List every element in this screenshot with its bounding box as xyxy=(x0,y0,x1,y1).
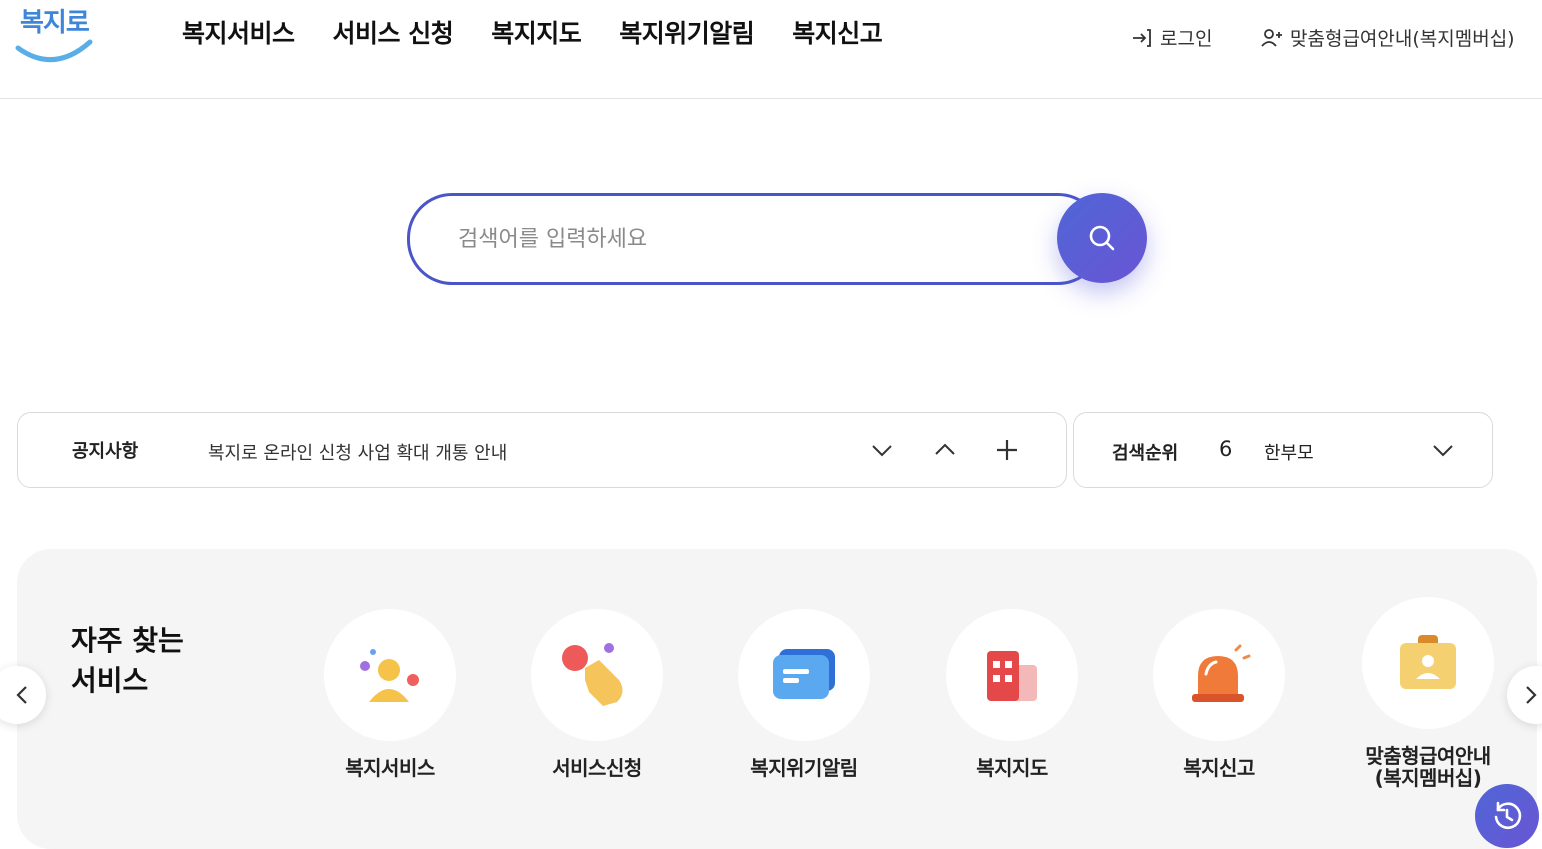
service-crisis-circle xyxy=(738,609,870,741)
nav-welfare-report[interactable]: 복지신고 xyxy=(792,14,883,50)
message-icon xyxy=(773,649,835,699)
service-apply-label: 서비스신청 xyxy=(552,756,642,780)
service-welfare-circle xyxy=(324,609,456,741)
chevron-down-icon xyxy=(1433,445,1453,457)
membership-link[interactable]: 맞춤형급여안내(복지멤버십) xyxy=(1260,24,1515,51)
service-report-label: 복지신고 xyxy=(1183,756,1255,780)
ranking-keyword[interactable]: 한부모 xyxy=(1264,439,1314,465)
chevron-down-icon xyxy=(872,445,892,457)
frequent-title-line2: 서비스 xyxy=(71,664,149,697)
service-map[interactable]: 복지지도 xyxy=(917,609,1107,779)
frequent-services: 자주 찾는 서비스 복지서비스 서비스신청 복지위기알림 복지지도 복지신고 맞… xyxy=(17,549,1537,849)
notice-text[interactable]: 복지로 온라인 신청 사업 확대 개통 안내 xyxy=(208,439,507,465)
service-map-circle xyxy=(946,609,1078,741)
search-button[interactable] xyxy=(1057,193,1147,283)
service-membership[interactable]: 맞춤형급여안내 (복지멤버십) xyxy=(1333,597,1523,789)
search-area xyxy=(407,193,1147,285)
service-report[interactable]: 복지신고 xyxy=(1124,609,1314,779)
login-icon xyxy=(1133,28,1151,47)
site-header: 복지로 복지서비스 서비스 신청 복지지도 복지위기알림 복지신고 로그인 맞춤… xyxy=(0,0,1542,99)
service-welfare[interactable]: 복지서비스 xyxy=(295,609,485,779)
notice-next-button[interactable] xyxy=(867,435,897,465)
chevron-left-icon xyxy=(16,686,27,704)
nav-service-apply[interactable]: 서비스 신청 xyxy=(333,14,454,50)
recent-history-button[interactable] xyxy=(1475,784,1539,848)
chevron-right-icon xyxy=(1526,686,1537,704)
service-membership-circle xyxy=(1362,597,1494,729)
membership-label: 맞춤형급여안내(복지멤버십) xyxy=(1290,28,1515,50)
logo-smile-icon xyxy=(15,39,93,63)
ranking-number: 6 xyxy=(1219,437,1233,461)
search-icon xyxy=(1089,225,1115,251)
chevron-up-icon xyxy=(935,443,955,455)
frequent-title: 자주 찾는 서비스 xyxy=(71,621,184,701)
logo[interactable]: 복지로 xyxy=(14,2,96,66)
history-icon xyxy=(1494,801,1522,830)
ranking-expand-button[interactable] xyxy=(1428,435,1458,465)
ranking-label: 검색순위 xyxy=(1112,443,1179,464)
notice-label: 공지사항 xyxy=(72,441,139,462)
notice-more-button[interactable] xyxy=(992,435,1022,465)
service-crisis-label: 복지위기알림 xyxy=(750,756,858,780)
main-nav: 복지서비스 서비스 신청 복지지도 복지위기알림 복지신고 xyxy=(182,14,883,50)
building-icon xyxy=(987,651,1037,701)
search-ranking: 검색순위 6 한부모 xyxy=(1073,412,1493,488)
user-add-icon xyxy=(1261,28,1282,47)
frequent-title-line1: 자주 찾는 xyxy=(71,624,184,657)
search-input[interactable] xyxy=(456,216,1020,262)
service-report-circle xyxy=(1153,609,1285,741)
plus-icon xyxy=(997,440,1017,460)
service-membership-label: 맞춤형급여안내 (복지멤버십) xyxy=(1365,744,1491,790)
service-map-label: 복지지도 xyxy=(976,756,1048,780)
hand-click-icon xyxy=(562,643,623,706)
service-welfare-label: 복지서비스 xyxy=(345,756,435,780)
nav-crisis-alert[interactable]: 복지위기알림 xyxy=(619,14,755,50)
id-card-icon xyxy=(1400,635,1456,689)
siren-icon xyxy=(1192,644,1251,702)
login-label: 로그인 xyxy=(1160,28,1213,50)
service-apply-circle xyxy=(531,609,663,741)
login-link[interactable]: 로그인 xyxy=(1130,24,1212,51)
notice-bar: 공지사항 복지로 온라인 신청 사업 확대 개통 안내 xyxy=(17,412,1067,488)
nav-welfare-service[interactable]: 복지서비스 xyxy=(182,14,295,50)
notice-prev-button[interactable] xyxy=(930,435,960,465)
person-icon xyxy=(360,649,419,702)
service-crisis[interactable]: 복지위기알림 xyxy=(709,609,899,779)
search-box xyxy=(407,193,1103,285)
service-apply[interactable]: 서비스신청 xyxy=(502,609,692,779)
nav-welfare-map[interactable]: 복지지도 xyxy=(491,14,582,50)
